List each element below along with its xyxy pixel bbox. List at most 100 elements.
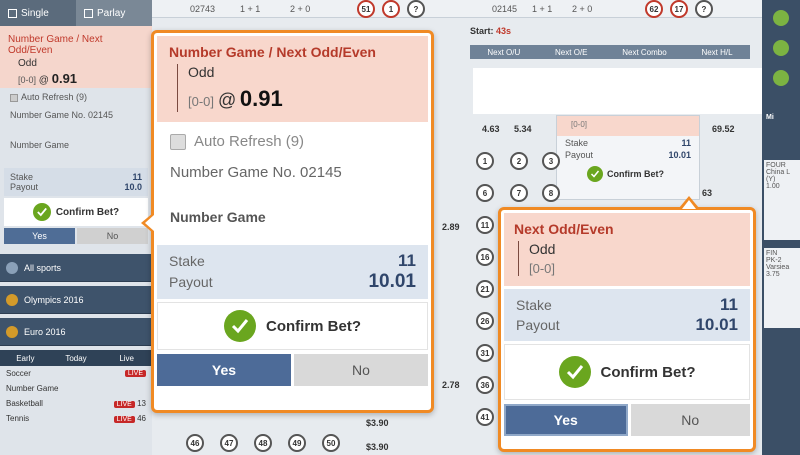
globe-icon xyxy=(6,261,18,274)
slip-tabs: Single Parlay xyxy=(0,0,152,26)
game-type: Number Game xyxy=(170,209,266,225)
sport-basketball[interactable]: Basketball LIVE 13 xyxy=(0,396,152,411)
number-ball[interactable]: 48 xyxy=(254,434,272,452)
sidebar-slip-option: Odd xyxy=(18,58,37,69)
checkbox-icon[interactable] xyxy=(170,133,186,150)
tab-parlay[interactable]: Parlay xyxy=(76,0,152,26)
odds-value[interactable]: 63 xyxy=(702,188,712,198)
number-ball[interactable]: 3 xyxy=(542,152,560,170)
confirm-prompt: Confirm Bet? xyxy=(157,302,428,350)
number-ball[interactable]: 47 xyxy=(220,434,238,452)
result-ball: 51 xyxy=(357,0,375,18)
stake-payout-box: Stake 11 Payout 10.01 xyxy=(504,289,750,341)
menu-all-sports[interactable]: All sports xyxy=(0,254,152,282)
no-button[interactable]: No xyxy=(294,354,428,386)
tennis-ball-icon[interactable] xyxy=(773,40,789,56)
bet-slip-sidebar: Single Parlay Number Game / Next Odd/Eve… xyxy=(0,0,152,455)
right-panel-title: Mi xyxy=(764,112,800,123)
tab-early[interactable]: Early xyxy=(0,350,51,366)
bet-confirm-popup-large: Number Game / Next Odd/Even Odd [0-0] @ 0… xyxy=(141,30,434,413)
payout-label: Payout xyxy=(169,274,213,290)
sidebar-slip-odds: 0.91 xyxy=(51,71,78,86)
sidebar-slip-handicap: [0-0] xyxy=(18,75,37,85)
selection-option: Odd xyxy=(529,241,556,257)
number-ball[interactable]: 16 xyxy=(476,248,494,266)
yes-button[interactable]: Yes xyxy=(157,354,291,386)
right-match-2[interactable]: FIN PK-2 Varsiea 3.75 xyxy=(764,248,800,328)
date-tabs: Early Today Live xyxy=(0,350,152,366)
right-sidebar: Mi FOUR China L (Y) 1.00 FIN PK-2 Varsie… xyxy=(762,0,800,455)
parlay-icon xyxy=(84,8,93,18)
number-ball[interactable]: 41 xyxy=(476,408,494,426)
number-ball[interactable]: 7 xyxy=(510,184,528,202)
number-ball[interactable]: 11 xyxy=(476,216,494,234)
number-ball[interactable]: 36 xyxy=(476,376,494,394)
tennis-ball-icon[interactable] xyxy=(773,10,789,26)
sidebar-game-type: Number Game xyxy=(10,140,70,150)
medal-icon xyxy=(6,293,18,306)
confirm-actions: Yes No xyxy=(157,354,428,386)
number-ball[interactable]: 21 xyxy=(476,280,494,298)
game-number: Number Game No. 02145 xyxy=(170,164,342,181)
number-ball[interactable]: 6 xyxy=(476,184,494,202)
single-icon xyxy=(8,8,17,18)
selection-odds: 0.91 xyxy=(239,86,283,111)
trophy-icon xyxy=(6,325,18,338)
number-ball[interactable]: 2 xyxy=(510,152,528,170)
popup-pointer xyxy=(679,196,699,209)
odds-value[interactable]: 4.63 xyxy=(482,124,500,134)
odds-value[interactable]: $3.90 xyxy=(366,418,389,428)
no-button[interactable]: No xyxy=(630,404,750,436)
number-ball[interactable]: 1 xyxy=(476,152,494,170)
sidebar-auto-refresh[interactable]: Auto Refresh (9) xyxy=(0,88,152,106)
stake-payout-box: Stake 11 Payout 10.01 xyxy=(157,245,428,299)
number-ball[interactable]: 31 xyxy=(476,344,494,362)
check-icon xyxy=(558,356,591,388)
popup-pointer xyxy=(141,213,154,233)
stake-label: Stake xyxy=(169,253,205,269)
odds-value[interactable]: 5.34 xyxy=(514,124,532,134)
check-icon xyxy=(32,203,51,221)
selection-box: Number Game / Next Odd/Even Odd [0-0] @ 0… xyxy=(157,36,428,122)
stake-value[interactable]: 11 xyxy=(720,295,738,315)
tab-live[interactable]: Live xyxy=(101,350,152,366)
sport-soccer[interactable]: Soccer LIVE xyxy=(0,366,152,381)
result-ball: 1 xyxy=(382,0,400,18)
sidebar-stake-box: Stake 11 Payout 10.0 xyxy=(4,168,148,196)
sidebar-slip-selection: Number Game / Next Odd/Even Odd [0-0] @ … xyxy=(0,26,152,88)
odds-value[interactable]: 69.52 xyxy=(712,124,735,134)
odds-value[interactable]: 2.89 xyxy=(442,222,460,232)
number-ball[interactable]: 50 xyxy=(322,434,340,452)
tennis-ball-icon[interactable] xyxy=(773,70,789,86)
selection-handicap: [0-0] xyxy=(188,94,215,109)
number-ball[interactable]: 46 xyxy=(186,434,204,452)
tab-single[interactable]: Single xyxy=(0,0,76,26)
stake-value[interactable]: 11 xyxy=(398,251,416,271)
tab-today[interactable]: Today xyxy=(51,350,102,366)
odds-value[interactable]: $3.90 xyxy=(366,442,389,452)
yes-button[interactable]: Yes xyxy=(504,404,628,436)
number-ball[interactable]: 49 xyxy=(288,434,306,452)
sidebar-confirm: Confirm Bet? xyxy=(4,198,148,226)
start-countdown: Start: 43s xyxy=(470,26,512,36)
sidebar-slip-title: Number Game / Next Odd/Even xyxy=(8,34,103,56)
check-icon xyxy=(224,310,256,342)
result-ball: ? xyxy=(407,0,425,18)
right-match-1[interactable]: FOUR China L (Y) 1.00 xyxy=(764,160,800,240)
number-ball[interactable]: 26 xyxy=(476,312,494,330)
odds-value[interactable]: 2.78 xyxy=(442,380,460,390)
result-ball: ? xyxy=(695,0,713,18)
sidebar-yes-button[interactable]: Yes xyxy=(4,228,75,244)
selection-title: Number Game / Next Odd/Even xyxy=(169,44,376,60)
sport-number-game[interactable]: Number Game xyxy=(0,381,152,396)
sidebar-no-button[interactable]: No xyxy=(77,228,148,244)
sport-tennis[interactable]: Tennis LIVE 46 xyxy=(0,411,152,426)
menu-olympics[interactable]: Olympics 2016 xyxy=(0,286,152,314)
number-ball[interactable]: 8 xyxy=(542,184,560,202)
payout-value: 10.01 xyxy=(368,271,416,292)
payout-label: Payout xyxy=(516,317,560,333)
auto-refresh-toggle[interactable]: Auto Refresh (9) xyxy=(154,125,431,158)
checkbox-icon xyxy=(10,93,18,102)
redacted-area xyxy=(473,68,771,114)
menu-euro[interactable]: Euro 2016 xyxy=(0,318,152,346)
